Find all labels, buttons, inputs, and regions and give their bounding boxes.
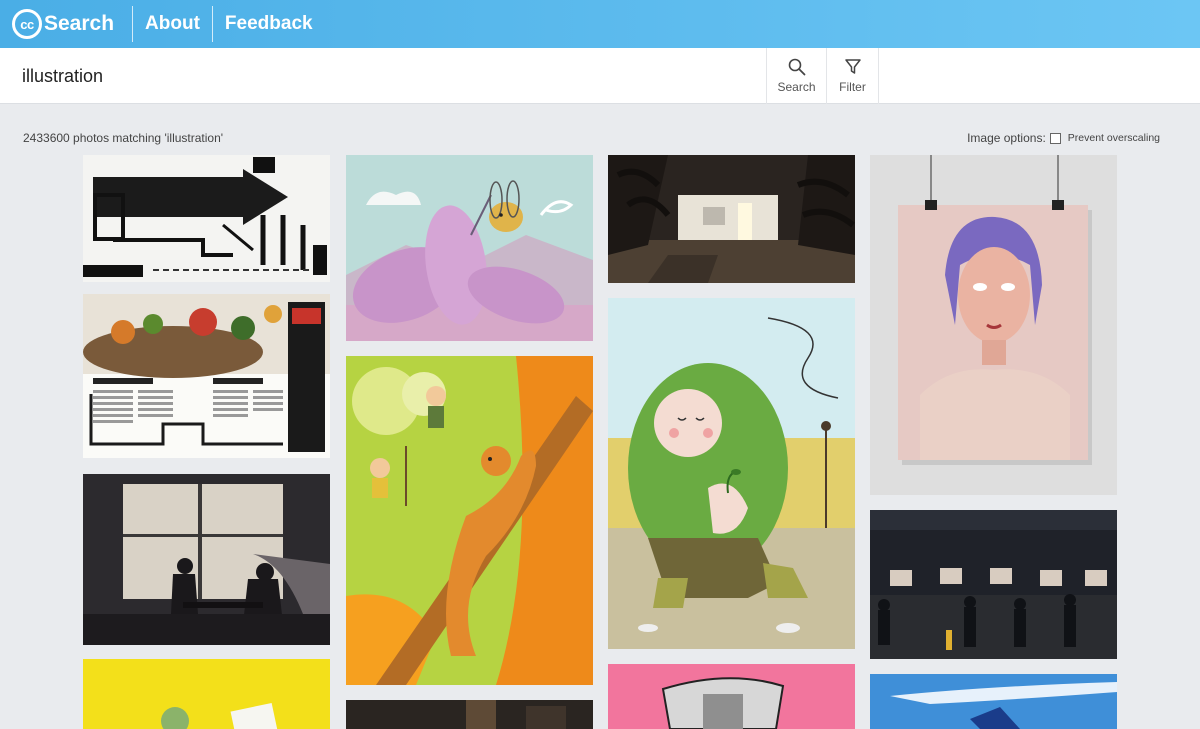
filter-button[interactable]: Filter xyxy=(826,48,879,104)
bee-flower-art xyxy=(346,155,593,341)
gallery-image-night-house[interactable] xyxy=(608,155,855,283)
search-input[interactable] xyxy=(22,62,722,90)
pink-cup-art xyxy=(608,664,855,729)
search-icon xyxy=(788,58,805,76)
gardener-sprout-art xyxy=(608,298,855,649)
window-silhouettes-art xyxy=(83,474,330,645)
search-button-label: Search xyxy=(777,80,816,94)
gallery-image-yellow-still-life[interactable] xyxy=(83,659,330,729)
squirrel-tree-art xyxy=(346,356,593,685)
gallery-image-bee-flower[interactable] xyxy=(346,155,593,341)
nav-feedback-link[interactable]: Feedback xyxy=(213,13,325,35)
gallery-image-blue-sky-shapes[interactable] xyxy=(870,674,1117,729)
poster-arrows-art xyxy=(83,155,330,282)
cc-search-logo[interactable]: cc Search xyxy=(0,0,132,48)
gallery-image-window-silhouettes[interactable] xyxy=(83,474,330,645)
prevent-overscaling-label: Prevent overscaling xyxy=(1067,132,1160,144)
logo-text: Search xyxy=(44,12,115,35)
search-bar: Search Filter xyxy=(0,48,1200,104)
night-house-art xyxy=(608,155,855,283)
filter-icon xyxy=(844,59,861,74)
nav-about-link[interactable]: About xyxy=(133,13,212,35)
prevent-overscaling-checkbox[interactable] xyxy=(1049,132,1061,144)
gallery-image-squirrel-tree[interactable] xyxy=(346,356,593,685)
gallery-image-gardener-sprout[interactable] xyxy=(608,298,855,649)
gallery-image-pink-cup[interactable] xyxy=(608,664,855,729)
gallery-image-woman-portrait-poster[interactable] xyxy=(870,155,1117,495)
cc-logo-icon: cc xyxy=(12,9,42,39)
filter-button-label: Filter xyxy=(839,80,866,94)
dark-interior-art xyxy=(346,700,593,729)
image-options: Image options: Prevent overscaling xyxy=(967,131,1160,145)
woman-portrait-poster-art xyxy=(870,155,1117,495)
magazine-spread-art xyxy=(83,294,330,458)
gallery-image-poster-arrows[interactable] xyxy=(83,155,330,282)
top-nav-bar: cc Search About Feedback xyxy=(0,0,1200,48)
gallery-image-dark-interior[interactable] xyxy=(346,700,593,729)
blue-sky-shapes-art xyxy=(870,674,1117,729)
arcade-silhouettes-art xyxy=(870,510,1117,659)
result-count: 2433600 photos matching 'illustration' xyxy=(23,131,224,145)
image-options-label: Image options: xyxy=(967,131,1046,145)
gallery-image-arcade-silhouettes[interactable] xyxy=(870,510,1117,659)
gallery-image-magazine-spread[interactable] xyxy=(83,294,330,458)
yellow-still-life-art xyxy=(83,659,330,729)
search-button[interactable]: Search xyxy=(766,48,826,104)
